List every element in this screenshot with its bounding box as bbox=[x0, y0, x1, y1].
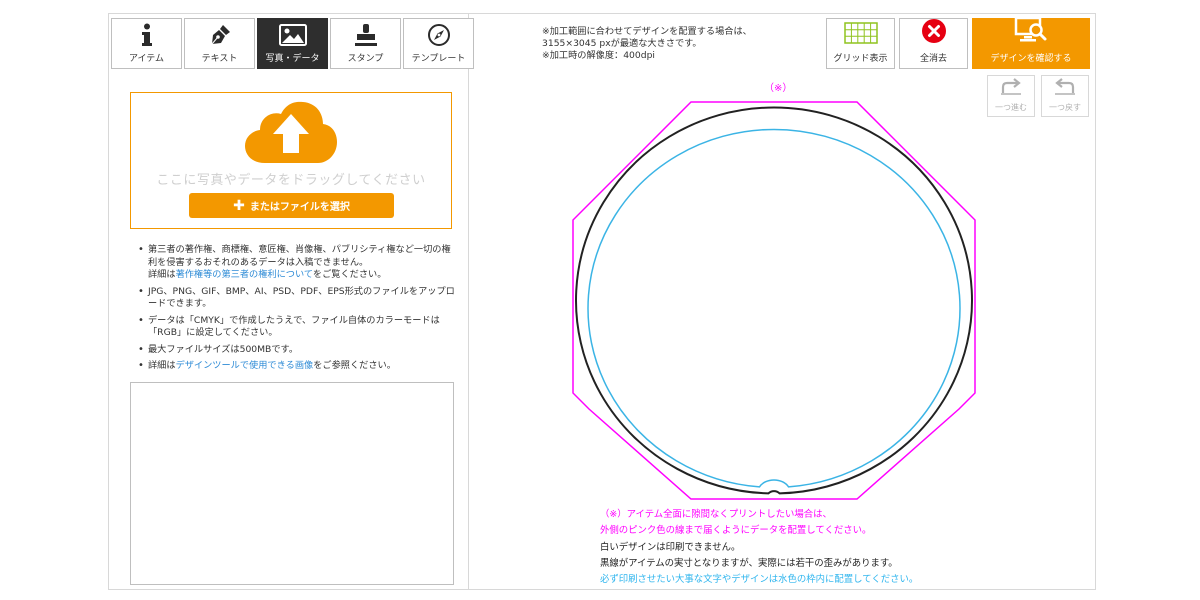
guide-note: 白いデザインは印刷できません。 bbox=[600, 541, 741, 553]
redo-label: 一つ進む bbox=[995, 103, 1027, 112]
tab-label: アイテム bbox=[128, 54, 165, 64]
design-tool-frame: アイテム テキスト 写真・データ スタンプ テンプレート ここに写真やデータをド… bbox=[108, 13, 1096, 590]
guide-note: 黒線がアイテムの実寸となりますが、実際には若干の歪みがあります。 bbox=[600, 557, 898, 569]
redo-icon bbox=[999, 77, 1023, 101]
info-line: 3155×3045 pxが最適な大きさです。 bbox=[542, 38, 702, 49]
note-text: 詳細は bbox=[148, 269, 176, 280]
usable-images-link[interactable]: デザインツールで使用できる画像 bbox=[176, 360, 314, 371]
grid-toggle-label: グリッド表示 bbox=[833, 54, 888, 64]
tab-item[interactable]: アイテム bbox=[111, 18, 182, 69]
guide-note: （※）アイテム全面に隙間なくプリントしたい場合は、 bbox=[600, 509, 832, 520]
info-line: ※加工時の解像度：400dpi bbox=[542, 50, 655, 61]
tab-label: テキスト bbox=[201, 54, 238, 64]
tab-template[interactable]: テンプレート bbox=[403, 18, 474, 69]
list-item: JPG、PNG、GIF、BMP、AI、PSD、PDF、EPS形式のファイルをアッ… bbox=[137, 286, 457, 311]
monitor-search-icon bbox=[1014, 16, 1048, 48]
canvas-guide-notes: （※）アイテム全面に隙間なくプリントしたい場合は、 外側のピンク色の線まで届くよ… bbox=[600, 507, 918, 588]
grid-toggle-button[interactable]: グリッド表示 bbox=[826, 18, 895, 69]
tab-text[interactable]: テキスト bbox=[184, 18, 255, 69]
tab-stamp[interactable]: スタンプ bbox=[330, 18, 401, 69]
redo-button[interactable]: 一つ進む bbox=[987, 75, 1035, 117]
rights-link[interactable]: 著作権等の第三者の権利について bbox=[176, 269, 313, 280]
undo-button[interactable]: 一つ戻す bbox=[1041, 75, 1089, 117]
upload-notes: 第三者の著作権、商標権、意匠権、肖像権、パブリシティ権など一切の権利を侵害するお… bbox=[137, 244, 457, 377]
canvas-note-mark: （※） bbox=[764, 83, 793, 94]
tab-label: スタンプ bbox=[347, 54, 384, 64]
choose-file-button[interactable]: ✚ またはファイルを選択 bbox=[189, 193, 394, 218]
note-text: データは「CMYK」で作成したうえで、ファイル自体のカラーモードは「RGB」に設… bbox=[148, 314, 440, 339]
guide-note: 外側のピンク色の線まで届くようにデータを配置してください。 bbox=[600, 525, 872, 537]
tab-label: 写真・データ bbox=[265, 54, 320, 64]
confirm-design-button[interactable]: デザインを確認する bbox=[972, 16, 1090, 69]
compass-icon bbox=[427, 22, 451, 48]
stamp-icon bbox=[354, 22, 378, 48]
guide-note: 必ず印刷させたい大事な文字やデザインは水色の枠内に配置してください。 bbox=[600, 574, 919, 586]
uploaded-images-area[interactable] bbox=[130, 382, 454, 585]
clear-icon bbox=[921, 18, 947, 48]
note-text: をご参照ください。 bbox=[313, 360, 396, 371]
note-text: 詳細は bbox=[148, 360, 176, 371]
tool-tabs: アイテム テキスト 写真・データ スタンプ テンプレート bbox=[111, 18, 476, 69]
trim-outline bbox=[575, 106, 973, 495]
image-icon bbox=[278, 22, 307, 48]
drag-drop-hint: ここに写真やデータをドラッグしてください bbox=[156, 173, 426, 188]
safe-area-outline bbox=[587, 128, 961, 488]
note-text: 最大ファイルサイズは500MBです。 bbox=[148, 343, 299, 355]
list-item: 最大ファイルサイズは500MBです。 bbox=[137, 344, 457, 357]
plus-icon: ✚ bbox=[233, 197, 245, 214]
design-canvas[interactable] bbox=[564, 96, 984, 506]
left-panel: アイテム テキスト 写真・データ スタンプ テンプレート ここに写真やデータをド… bbox=[109, 14, 474, 589]
pen-icon bbox=[208, 22, 232, 48]
grid-icon bbox=[843, 22, 878, 48]
undo-label: 一つ戻す bbox=[1049, 103, 1081, 112]
clear-all-label: 全消去 bbox=[919, 54, 947, 64]
list-item: 第三者の著作権、商標権、意匠権、肖像権、パブリシティ権など一切の権利を侵害するお… bbox=[137, 244, 457, 282]
processing-info: ※加工範囲に合わせてデザインを配置する場合は、 3155×3045 pxが最適な… bbox=[542, 26, 752, 62]
choose-file-label: またはファイルを選択 bbox=[249, 202, 350, 213]
note-text: をご覧ください。 bbox=[312, 269, 387, 280]
upload-dropzone[interactable]: ここに写真やデータをドラッグしてください ✚ またはファイルを選択 bbox=[130, 92, 452, 229]
cloud-upload-icon bbox=[243, 101, 339, 169]
info-icon bbox=[140, 22, 154, 48]
undo-icon bbox=[1053, 77, 1077, 101]
list-item: 詳細はデザインツールで使用できる画像をご参照ください。 bbox=[137, 360, 457, 373]
tab-photo-data[interactable]: 写真・データ bbox=[257, 18, 328, 69]
list-item: データは「CMYK」で作成したうえで、ファイル自体のカラーモードは「RGB」に設… bbox=[137, 315, 457, 340]
note-text: JPG、PNG、GIF、BMP、AI、PSD、PDF、EPS形式のファイルをアッ… bbox=[148, 285, 455, 310]
info-line: ※加工範囲に合わせてデザインを配置する場合は、 bbox=[542, 26, 752, 37]
bleed-outline bbox=[572, 101, 976, 500]
confirm-design-label: デザインを確認する bbox=[990, 54, 1072, 64]
tab-label: テンプレート bbox=[411, 54, 466, 64]
clear-all-button[interactable]: 全消去 bbox=[899, 18, 968, 69]
note-text: 第三者の著作権、商標権、意匠権、肖像権、パブリシティ権など一切の権利を侵害するお… bbox=[148, 244, 451, 268]
